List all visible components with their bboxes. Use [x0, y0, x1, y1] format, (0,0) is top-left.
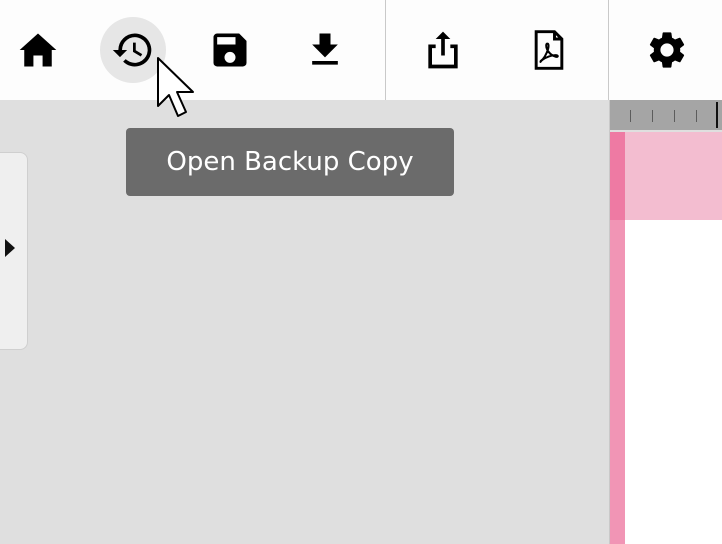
export-pdf-button[interactable] — [516, 17, 582, 83]
toolbar-divider — [608, 0, 609, 100]
share-button[interactable] — [410, 17, 476, 83]
gear-icon — [649, 32, 685, 68]
download-icon — [312, 33, 338, 65]
ruler — [610, 100, 722, 130]
mouse-cursor-icon — [157, 57, 194, 117]
page-header-band — [610, 132, 722, 220]
page-margin-header — [610, 132, 625, 220]
document-page[interactable] — [625, 220, 722, 544]
toolbar-divider — [385, 0, 386, 100]
caret-right-icon — [5, 239, 15, 257]
history-icon — [112, 33, 152, 67]
home-icon — [19, 33, 57, 67]
download-button[interactable] — [292, 17, 358, 83]
save-icon — [213, 33, 247, 67]
pdf-icon — [534, 30, 564, 70]
tooltip: Open Backup Copy — [126, 128, 454, 196]
settings-button[interactable] — [634, 17, 700, 83]
tooltip-text: Open Backup Copy — [166, 147, 414, 177]
page-margin — [610, 220, 625, 544]
home-button[interactable] — [5, 17, 71, 83]
save-button[interactable] — [197, 17, 263, 83]
toolbar — [0, 0, 722, 100]
share-icon — [428, 31, 458, 69]
